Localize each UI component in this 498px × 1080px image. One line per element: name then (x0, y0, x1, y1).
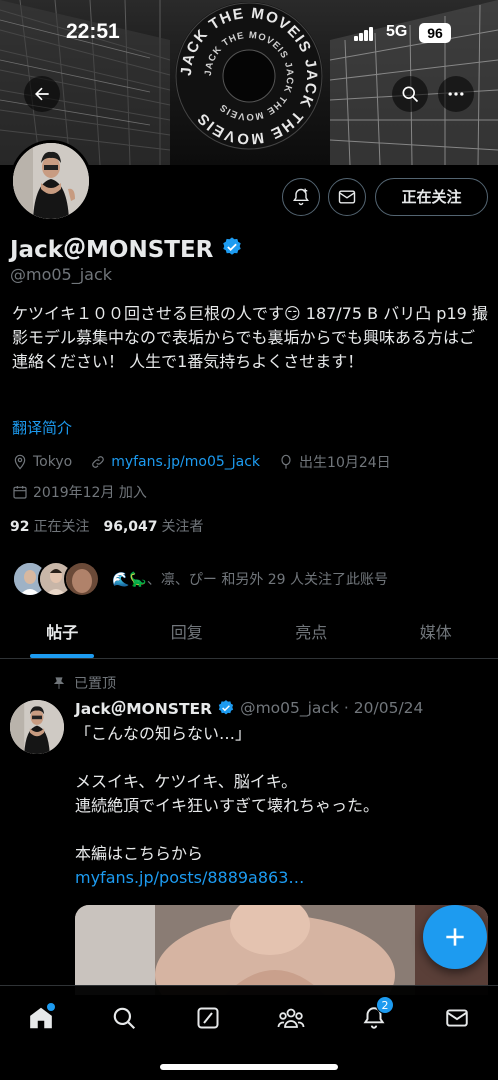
status-bar: 22:51 5G 96 (0, 0, 498, 60)
website[interactable]: myfans.jp/mo05_jack (90, 454, 260, 470)
nav-communities[interactable] (271, 998, 311, 1038)
search-icon (402, 86, 419, 103)
tab-media[interactable]: 媒体 (374, 612, 498, 658)
translate-bio-link[interactable]: 翻译简介 (12, 417, 72, 438)
profile-tabs: 帖子 回复 亮点 媒体 (0, 612, 498, 659)
balloon-icon (281, 454, 291, 469)
post-line: 本編はこちらから (75, 844, 204, 863)
grok-icon (197, 1007, 219, 1029)
profile-avatar[interactable] (10, 140, 92, 222)
post-line: 「こんなの知らない…」 (75, 724, 252, 743)
follow-stats: 92 正在关注 96,047 关注者 (10, 516, 204, 536)
notification-badge: 2 (376, 996, 394, 1014)
post-line: メスイキ、ケツイキ、脳イキ。 (75, 772, 298, 791)
avatar-image (10, 700, 64, 754)
display-name: Jack＠MONSTER (10, 230, 243, 264)
post-author-name[interactable]: Jack＠MONSTER (75, 697, 212, 719)
pinned-indicator: 已置顶 (52, 673, 116, 693)
signal-icon (354, 27, 374, 41)
back-button[interactable] (24, 76, 60, 112)
post-line (75, 818, 485, 842)
handle: @mo05_jack (10, 265, 113, 284)
plus-icon (446, 928, 464, 946)
display-name-text: Jack＠MONSTER (10, 237, 214, 263)
location-icon (14, 454, 26, 470)
post-header: Jack＠MONSTER @mo05_jack · 20/05/24 (75, 697, 423, 719)
pin-icon (53, 677, 65, 689)
nav-messages[interactable] (437, 998, 477, 1038)
follower-avatar (64, 561, 100, 597)
communities-icon (277, 1008, 305, 1028)
notification-subscribe-button[interactable] (282, 178, 320, 216)
bell-plus-icon (293, 188, 309, 206)
following-label[interactable]: 正在关注 (33, 516, 89, 536)
network-type: 5G (386, 23, 408, 40)
joined-row: 2019年12月 加入 (12, 482, 165, 502)
link-icon (92, 456, 105, 468)
tab-posts[interactable]: 帖子 (0, 612, 125, 658)
search-button[interactable] (392, 76, 428, 112)
following-count[interactable]: 92 (10, 519, 29, 535)
back-arrow-icon (35, 87, 49, 101)
following-button[interactable]: 正在关注 (375, 178, 488, 216)
post-link[interactable]: myfans.jp/posts/8889a863… (75, 866, 485, 890)
bio: ケツイキ１００回させる巨根の人です😏 187/75 B バリ凸 p19 撮影モデ… (12, 304, 488, 371)
nav-grok[interactable] (188, 998, 228, 1038)
nav-search[interactable] (104, 998, 144, 1038)
home-indicator (160, 1064, 338, 1070)
calendar-icon (13, 486, 27, 499)
message-button[interactable] (328, 178, 366, 216)
home-unread-dot (47, 1003, 55, 1011)
location: Tokyo (12, 454, 72, 470)
followed-by-row[interactable]: 🌊🦕、凛、ぴー 和另外 29 人关注了此账号 (12, 560, 388, 598)
tab-replies[interactable]: 回复 (125, 612, 250, 658)
more-icon (448, 92, 464, 96)
verified-badge-icon[interactable] (221, 236, 243, 258)
followers-count[interactable]: 96,047 (103, 519, 157, 535)
tab-highlights[interactable]: 亮点 (249, 612, 374, 658)
post-date[interactable]: · 20/05/24 (344, 699, 423, 717)
more-button[interactable] (438, 76, 474, 112)
avatar-image (13, 143, 89, 219)
mail-icon (338, 190, 356, 204)
nav-home[interactable] (21, 998, 61, 1038)
mail-icon (446, 1009, 468, 1027)
verified-badge-icon (218, 700, 234, 715)
compose-button[interactable] (423, 905, 487, 969)
nav-notifications[interactable]: 2 (354, 996, 394, 1038)
status-time: 22:51 (66, 20, 120, 43)
joined-date: 2019年12月 加入 (12, 482, 147, 502)
post-line (75, 746, 485, 770)
profile-meta-row: Tokyo myfans.jp/mo05_jack 出生10月24日 (12, 452, 409, 472)
followers-label[interactable]: 关注者 (162, 516, 204, 536)
battery-indicator: 96 (419, 23, 451, 43)
search-icon (113, 1007, 136, 1030)
post-author-handle[interactable]: @mo05_jack (240, 699, 339, 717)
post-text[interactable]: 「こんなの知らない…」 メスイキ、ケツイキ、脳イキ。 連続絶頂でイキ狂いすぎて壊… (75, 722, 485, 890)
post-author-avatar[interactable] (10, 700, 64, 754)
post-line: 連続絶頂でイキ狂いすぎて壊れちゃった。 (75, 796, 380, 815)
followed-by-text: 🌊🦕、凛、ぴー 和另外 29 人关注了此账号 (112, 572, 389, 588)
birthday: 出生10月24日 (278, 452, 391, 472)
